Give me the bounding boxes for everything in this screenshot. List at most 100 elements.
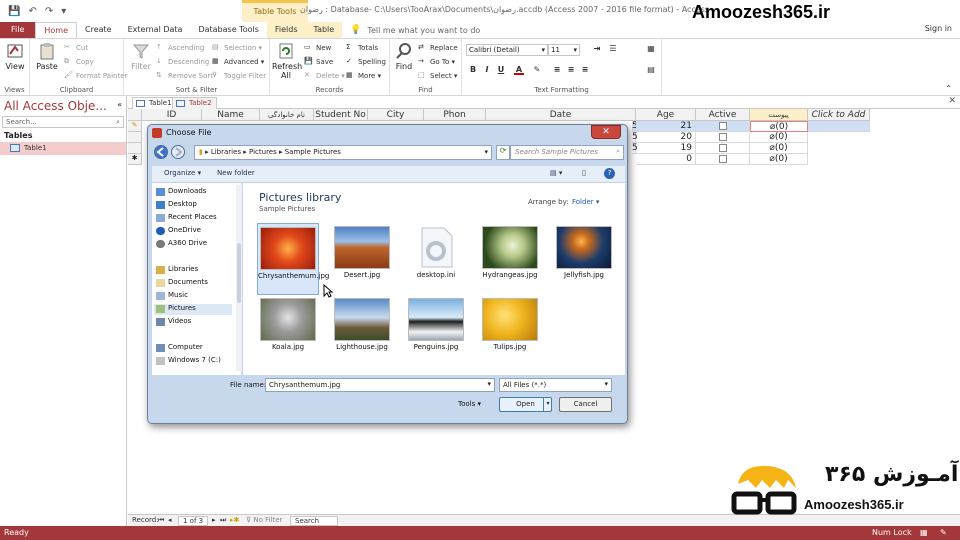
refresh-all-button[interactable]: Refresh All (272, 42, 302, 80)
advanced-button[interactable]: ▦ Advanced ▾ (212, 57, 264, 67)
open-dropdown-arrow[interactable]: ▾ (543, 397, 552, 412)
active-checkbox-cell[interactable] (696, 132, 750, 143)
column-header[interactable]: پیوست (750, 109, 808, 121)
nav-section-tables[interactable]: Tables (4, 131, 32, 140)
column-header[interactable]: Student No (314, 109, 368, 121)
font-color-button[interactable]: A (514, 65, 524, 75)
record-search-input[interactable]: Search (290, 516, 338, 526)
attachment-cell[interactable]: ⌀(0) (750, 143, 808, 154)
datasheet-view-icon[interactable]: ▦ (920, 528, 928, 537)
remove-sort-button[interactable]: ⇅ Remove Sort (156, 71, 213, 81)
gridlines-icon[interactable]: ▦ (646, 44, 656, 54)
file-chrysanthemum[interactable]: Chrysanthemum.jpg (257, 223, 329, 295)
ascending-button[interactable]: ↑ Ascending (156, 43, 204, 53)
nav-item-libraries[interactable]: Libraries (156, 265, 198, 276)
tab-fields[interactable]: Fields (266, 22, 306, 38)
toggle-filter-button[interactable]: ⊽ Toggle Filter (212, 71, 266, 81)
change-view-icon[interactable]: ▤ ▾ (550, 169, 562, 177)
view-button[interactable]: View (3, 42, 27, 71)
find-button[interactable]: Find (392, 42, 416, 71)
back-button[interactable] (154, 145, 168, 159)
list-icon[interactable]: ☰ (608, 44, 618, 54)
nav-item-downloads[interactable]: Downloads (156, 187, 206, 198)
file-koala[interactable]: Koala.jpg (257, 295, 319, 367)
nav-item-a360-drive[interactable]: A360 Drive (156, 239, 207, 250)
active-checkbox-cell[interactable] (696, 154, 750, 165)
tab-file[interactable]: File (0, 22, 36, 38)
file-jellyfish[interactable]: Jellyfish.jpg (553, 223, 615, 295)
selection-button[interactable]: ▤ Selection ▾ (212, 43, 262, 53)
tell-me-box[interactable]: Tell me what you want to do (367, 26, 480, 35)
row-selector[interactable] (128, 132, 142, 143)
alt-row-color-icon[interactable]: ▤ (646, 65, 656, 75)
format-painter-button[interactable]: 🖌 Format Painter (64, 71, 127, 81)
nav-item-music[interactable]: Music (156, 291, 188, 302)
file-hydrangeas[interactable]: Hydrangeas.jpg (479, 223, 541, 295)
select-button[interactable]: ⬚ Select ▾ (418, 71, 457, 81)
file-tulips[interactable]: Tulips.jpg (479, 295, 541, 367)
first-record-button[interactable]: ⏮ (158, 516, 164, 525)
new-row-selector[interactable]: ✱ (128, 154, 142, 165)
table-cell[interactable] (808, 121, 870, 132)
attachment-cell[interactable]: ⌀(0) (750, 154, 808, 165)
attachment-cell[interactable]: ⌀(0) (750, 121, 808, 132)
filter-button[interactable]: Filter (128, 42, 154, 71)
row-selector-editing[interactable]: ✎ (128, 121, 142, 132)
tab-create[interactable]: Create (77, 22, 120, 38)
save-icon[interactable]: 💾 (8, 6, 20, 17)
help-icon[interactable]: ? (604, 168, 615, 179)
nav-pane-title[interactable]: All Access Obje... (4, 99, 107, 113)
column-header[interactable]: Date (486, 109, 636, 121)
address-bar[interactable]: ▮ ▸ Libraries ▸ Pictures ▸ Sample Pictur… (194, 145, 492, 160)
file-penguins[interactable]: Penguins.jpg (405, 295, 467, 367)
nav-item-pictures[interactable]: Pictures (154, 304, 232, 315)
font-name-select[interactable]: Calibri (Detail) ▾ (466, 44, 548, 56)
new-record-button[interactable]: ▭ New (304, 43, 331, 53)
bold-button[interactable]: B (468, 65, 478, 75)
next-record-button[interactable]: ▸ (212, 516, 216, 524)
file-lighthouse[interactable]: Lighthouse.jpg (331, 295, 393, 367)
prev-record-button[interactable]: ◂ (168, 516, 172, 524)
nav-item-recent-places[interactable]: Recent Places (156, 213, 217, 224)
underline-button[interactable]: U (496, 65, 506, 75)
undo-icon[interactable]: ↶ (28, 6, 36, 17)
align-right-icon[interactable]: ≡ (580, 65, 590, 75)
totals-button[interactable]: Σ Totals (346, 43, 378, 53)
nav-collapse-icon[interactable]: « (117, 100, 122, 109)
arrange-by-dropdown[interactable]: Folder ▾ (572, 198, 599, 206)
attachment-cell[interactable]: ⌀(0) (750, 132, 808, 143)
forward-button[interactable] (171, 145, 185, 159)
column-header[interactable]: Age (636, 109, 696, 121)
nav-item-windows-c[interactable]: Windows 7 (C:) (156, 356, 221, 367)
age-cell[interactable]: 19 (636, 143, 696, 154)
paste-button[interactable]: Paste (34, 42, 60, 71)
new-folder-button[interactable]: New folder (217, 169, 255, 177)
no-filter-indicator[interactable]: ⊽ No Filter (246, 516, 282, 524)
tab-external-data[interactable]: External Data (120, 22, 191, 38)
more-button[interactable]: ▦ More ▾ (346, 71, 381, 81)
save-record-button[interactable]: 💾 Save (304, 57, 333, 67)
column-header[interactable]: Phon (424, 109, 486, 121)
column-header[interactable]: Active (696, 109, 750, 121)
tab-table[interactable]: Table (305, 22, 343, 38)
align-left-icon[interactable]: ≡ (552, 65, 562, 75)
design-view-icon[interactable]: ✎ (940, 528, 947, 537)
nav-item-desktop[interactable]: Desktop (156, 200, 197, 211)
cancel-button[interactable]: Cancel (559, 397, 612, 412)
nav-item-table1[interactable]: Table1 (0, 142, 126, 155)
cut-button[interactable]: ✂ Cut (64, 43, 88, 53)
delete-record-button[interactable]: ✕ Delete ▾ (304, 71, 345, 81)
sign-in-link[interactable]: Sign in (925, 24, 952, 33)
dialog-search-input[interactable]: Search Sample Pictures ⌕ (510, 145, 624, 160)
highlight-icon[interactable]: ✎ (532, 65, 542, 75)
select-all-cell[interactable] (128, 109, 142, 121)
organize-button[interactable]: Organize ▾ (164, 169, 201, 177)
age-cell[interactable]: 0 (636, 154, 696, 165)
italic-button[interactable]: I (482, 65, 492, 75)
nav-item-onedrive[interactable]: OneDrive (156, 226, 201, 237)
go-to-button[interactable]: → Go To ▾ (418, 57, 455, 67)
file-name-input[interactable]: Chrysanthemum.jpg ▾ (265, 378, 495, 392)
align-center-icon[interactable]: ≡ (566, 65, 576, 75)
font-size-select[interactable]: 11 ▾ (548, 44, 580, 56)
active-checkbox-cell[interactable] (696, 121, 750, 132)
